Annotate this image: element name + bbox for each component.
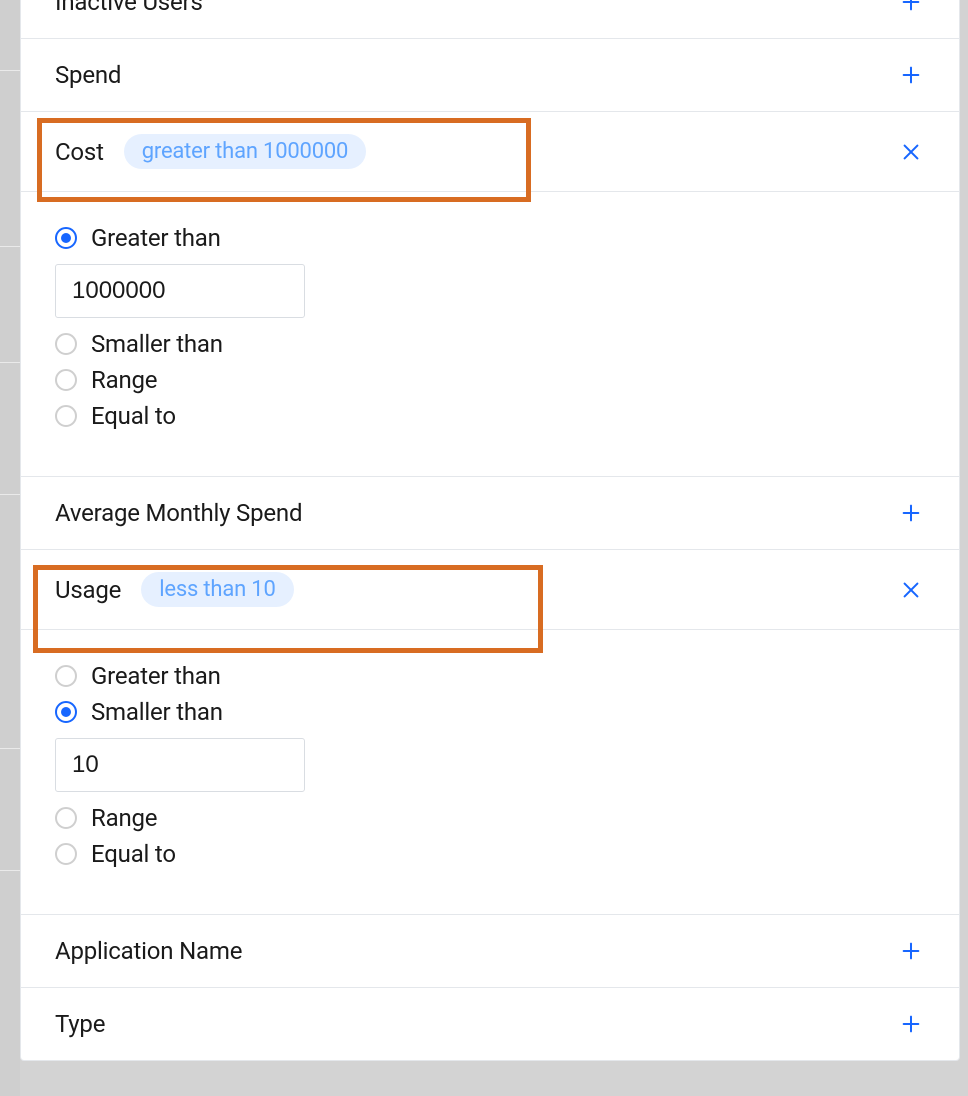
filter-label: Type (55, 1010, 105, 1038)
option-label: Range (91, 366, 157, 394)
filter-row-application-name[interactable]: Application Name (21, 915, 959, 988)
add-icon[interactable] (897, 61, 925, 89)
filter-row-type[interactable]: Type (21, 988, 959, 1060)
option-label: Equal to (91, 402, 176, 430)
filter-label: Average Monthly Spend (55, 499, 302, 527)
radio-icon[interactable] (55, 333, 77, 355)
radio-icon[interactable] (55, 405, 77, 427)
filter-label: Usage (55, 576, 121, 604)
filter-label: Cost (55, 138, 104, 166)
option-greater-than[interactable]: Greater than (55, 658, 925, 694)
filter-label: Application Name (55, 937, 242, 965)
close-icon[interactable] (897, 138, 925, 166)
filter-row-inactive-users[interactable]: Inactive Users (21, 0, 959, 39)
option-smaller-than[interactable]: Smaller than (55, 694, 925, 730)
filter-row-usage[interactable]: Usage less than 10 (21, 550, 959, 630)
background-gutter (0, 0, 20, 1096)
filter-row-avg-monthly-spend[interactable]: Average Monthly Spend (21, 477, 959, 550)
option-equal-to[interactable]: Equal to (55, 836, 925, 872)
add-icon[interactable] (897, 0, 925, 16)
filter-row-spend[interactable]: Spend (21, 39, 959, 112)
radio-icon[interactable] (55, 369, 77, 391)
radio-icon[interactable] (55, 701, 77, 723)
option-label: Greater than (91, 662, 221, 690)
option-equal-to[interactable]: Equal to (55, 398, 925, 434)
close-icon[interactable] (897, 576, 925, 604)
radio-icon[interactable] (55, 807, 77, 829)
filter-chip-usage[interactable]: less than 10 (141, 572, 293, 607)
filters-panel: Inactive Users Spend Cost greater than 1… (20, 0, 960, 1061)
add-icon[interactable] (897, 499, 925, 527)
usage-value-input[interactable] (55, 738, 305, 792)
filter-chip-cost[interactable]: greater than 1000000 (124, 134, 366, 169)
add-icon[interactable] (897, 937, 925, 965)
filter-label: Inactive Users (55, 0, 203, 16)
filter-label: Spend (55, 61, 121, 89)
option-greater-than[interactable]: Greater than (55, 220, 925, 256)
option-label: Smaller than (91, 330, 223, 358)
add-icon[interactable] (897, 1010, 925, 1038)
option-label: Greater than (91, 224, 221, 252)
option-range[interactable]: Range (55, 800, 925, 836)
radio-icon[interactable] (55, 665, 77, 687)
radio-icon[interactable] (55, 843, 77, 865)
option-label: Range (91, 804, 157, 832)
option-range[interactable]: Range (55, 362, 925, 398)
option-smaller-than[interactable]: Smaller than (55, 326, 925, 362)
filter-row-cost[interactable]: Cost greater than 1000000 (21, 112, 959, 192)
cost-value-input[interactable] (55, 264, 305, 318)
filter-options-cost: Greater than Smaller than Range Equal to (21, 192, 959, 477)
filter-options-usage: Greater than Smaller than Range Equal to (21, 630, 959, 915)
radio-icon[interactable] (55, 227, 77, 249)
option-label: Equal to (91, 840, 176, 868)
option-label: Smaller than (91, 698, 223, 726)
